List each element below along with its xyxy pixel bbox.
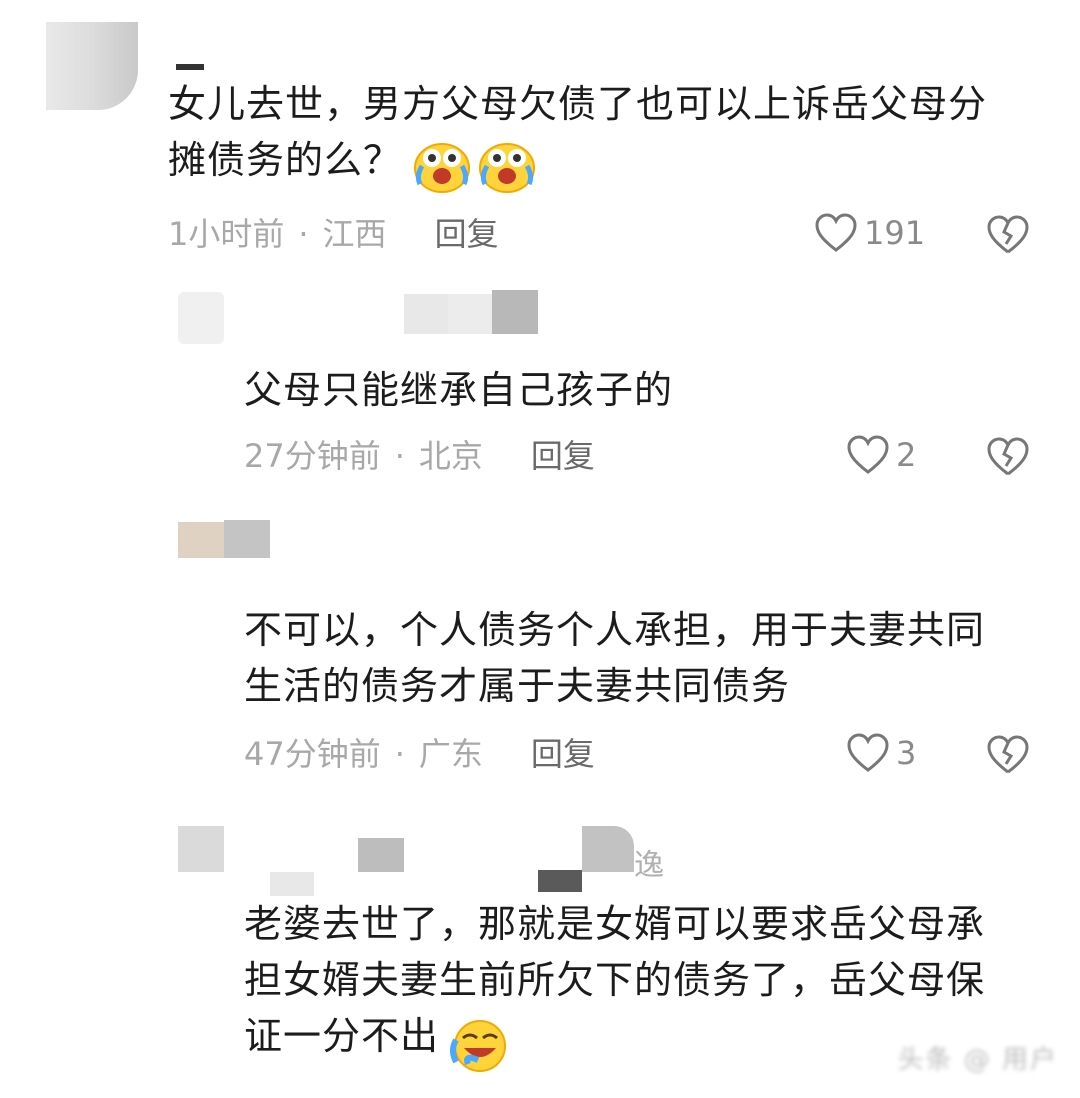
comment-meta: 47分钟前 · 广东 回复: [244, 734, 595, 774]
heart-outline-icon: [847, 733, 889, 772]
username-redacted: [358, 838, 404, 872]
timestamp: 47分钟前: [244, 735, 381, 773]
crying-laughing-emoji: [414, 143, 470, 193]
timestamp: 1小时前: [168, 215, 285, 253]
region: 江西: [322, 215, 387, 253]
like-count: 2: [896, 436, 917, 474]
timestamp: 27分钟前: [244, 437, 381, 475]
separator: ·: [394, 437, 405, 475]
reply-button[interactable]: 回复: [531, 436, 595, 476]
username-redacted: [448, 294, 492, 334]
comment-meta: 1小时前 · 江西 回复: [168, 214, 499, 254]
avatar[interactable]: [178, 826, 224, 872]
comment-text: 父母只能继承自己孩子的: [244, 368, 674, 412]
heart-outline-icon: [815, 213, 857, 252]
username-redacted: [404, 294, 448, 334]
username-redacted: [538, 870, 582, 892]
like-count: 191: [864, 214, 926, 252]
region: 广东: [418, 735, 483, 773]
like-button[interactable]: 3: [846, 732, 916, 774]
region: 北京: [418, 437, 483, 475]
broken-heart-icon[interactable]: [986, 734, 1030, 776]
heart-outline-icon: [847, 435, 889, 474]
username-redacted: [176, 64, 204, 70]
reply-button[interactable]: 回复: [435, 214, 499, 254]
avatar[interactable]: [178, 292, 224, 344]
separator: ·: [298, 215, 309, 253]
username-redacted: [492, 290, 538, 334]
separator: ·: [394, 735, 405, 773]
comment-meta: 27分钟前 · 北京 回复: [244, 436, 595, 476]
broken-heart-icon[interactable]: [986, 436, 1030, 478]
username-fragment: 逸: [634, 848, 664, 883]
like-button[interactable]: 2: [846, 434, 916, 476]
rofl-emoji: [450, 1020, 506, 1072]
username-redacted: [224, 520, 270, 558]
avatar[interactable]: [178, 522, 224, 558]
crying-laughing-emoji: [479, 143, 536, 193]
like-button[interactable]: 191: [814, 212, 925, 254]
comment-thread: 女儿去世，男方父母欠债了也可以上诉岳父母分 摊债务的么？ 1小时前 · 江西 回…: [0, 0, 1080, 1098]
comment-text: 不可以，个人债务个人承担，用于夫妻共同 生活的债务才属于夫妻共同债务: [244, 608, 986, 708]
username-redacted: [270, 872, 314, 896]
like-count: 3: [896, 734, 917, 772]
broken-heart-icon[interactable]: [986, 214, 1030, 256]
emoji-group: [412, 138, 537, 194]
comment-text: 女儿去世，男方父母欠债了也可以上诉岳父母分 摊债务的么？: [168, 82, 988, 182]
username-redacted: [582, 826, 634, 872]
reply-button[interactable]: 回复: [531, 734, 595, 774]
avatar[interactable]: [46, 22, 138, 110]
watermark: 头条 @ 用户: [897, 1045, 1058, 1075]
